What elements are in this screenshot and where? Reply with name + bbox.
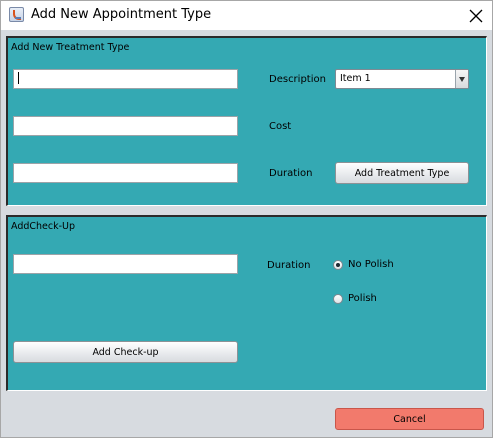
title-bar: Add New Appointment Type xyxy=(1,1,492,30)
radio-polish[interactable]: Polish xyxy=(333,293,377,304)
add-check-up-button[interactable]: Add Check-up xyxy=(13,341,238,363)
chevron-down-icon xyxy=(459,76,465,82)
close-button[interactable] xyxy=(460,1,492,30)
cost-label: Cost xyxy=(269,121,292,132)
checkup-panel-title: AddCheck-Up xyxy=(11,221,76,232)
checkup-panel: AddCheck-Up Duration No Polish Polish Ad… xyxy=(6,215,487,391)
add-treatment-type-button[interactable]: Add Treatment Type xyxy=(335,162,469,184)
text-caret xyxy=(18,72,19,84)
cancel-button[interactable]: Cancel xyxy=(335,408,484,430)
dialog-window: Add New Appointment Type Add New Treatme… xyxy=(0,0,493,438)
radio-button-unchecked[interactable] xyxy=(333,293,343,304)
description-selected-value: Item 1 xyxy=(340,73,371,84)
dropdown-arrow-button[interactable] xyxy=(455,70,468,88)
radio-polish-label: Polish xyxy=(348,293,377,304)
java-app-icon xyxy=(9,7,24,22)
description-dropdown[interactable]: Item 1 xyxy=(335,69,469,89)
cost-field[interactable] xyxy=(13,116,238,136)
treatment-duration-label: Duration xyxy=(269,168,313,179)
radio-button-checked[interactable] xyxy=(333,259,343,270)
radio-no-polish-label: No Polish xyxy=(348,259,394,270)
treatment-duration-field[interactable] xyxy=(13,163,238,183)
window-title: Add New Appointment Type xyxy=(31,7,212,22)
checkup-duration-field[interactable] xyxy=(13,254,238,274)
treatment-panel: Add New Treatment Type Description Cost … xyxy=(6,36,487,206)
close-icon xyxy=(469,9,483,22)
checkup-duration-label: Duration xyxy=(267,260,311,271)
radio-no-polish[interactable]: No Polish xyxy=(333,259,394,270)
treatment-panel-title: Add New Treatment Type xyxy=(11,42,130,53)
treatment-name-field[interactable] xyxy=(13,69,238,89)
description-label: Description xyxy=(269,74,326,85)
